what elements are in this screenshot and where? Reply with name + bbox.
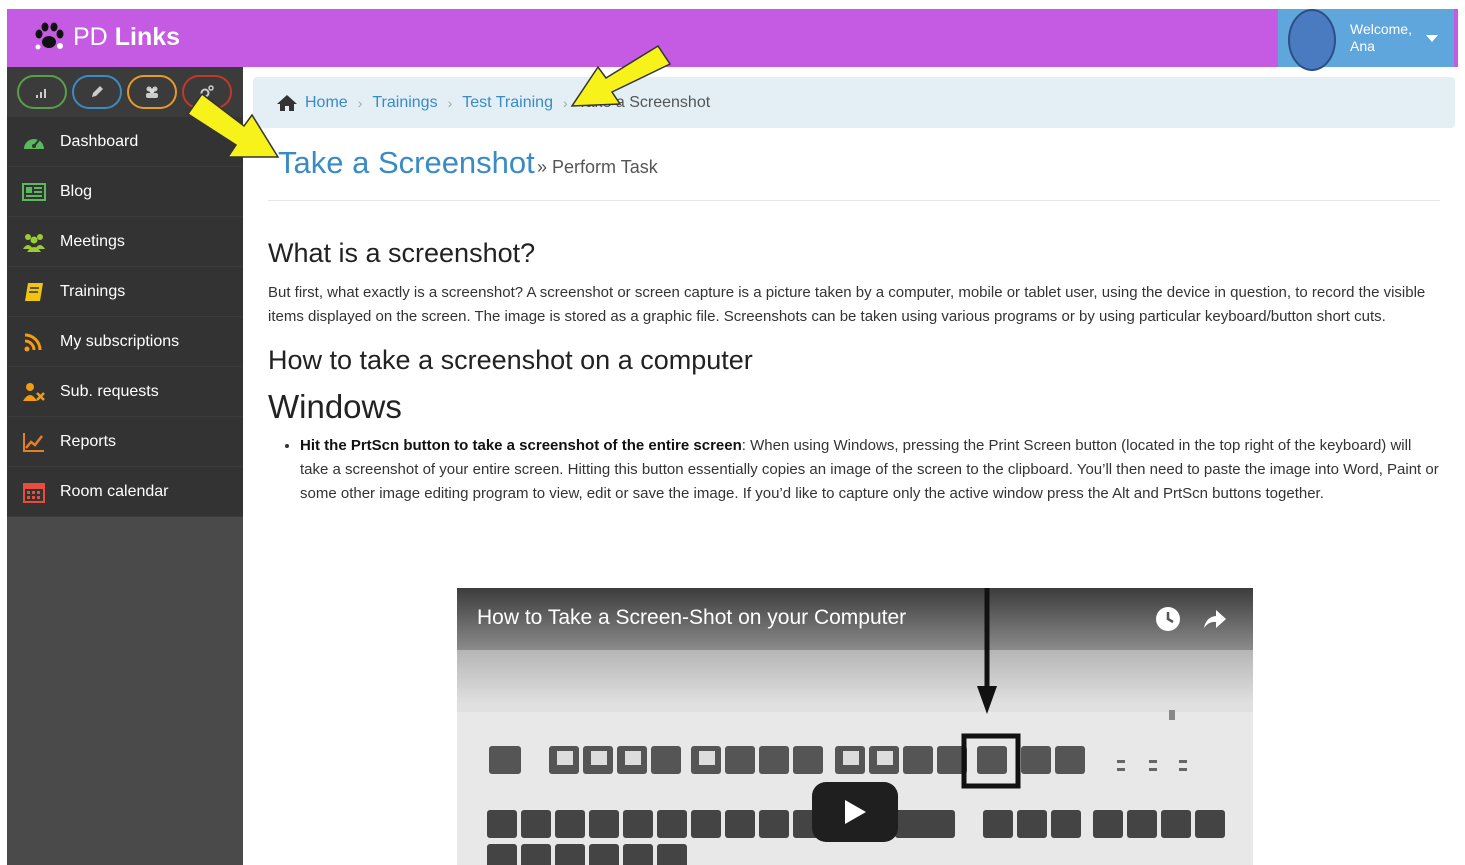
chevron-down-icon[interactable] (1425, 34, 1438, 42)
welcome-text: Welcome, Ana (1350, 21, 1412, 55)
divider (268, 200, 1440, 201)
user-menu[interactable]: Welcome, Ana (1278, 9, 1454, 71)
paw-icon (35, 22, 64, 50)
sidebar-item-label: Room calendar (60, 482, 169, 500)
sidebar-item-room-calendar[interactable]: Room calendar (7, 467, 243, 517)
calendar-icon (21, 481, 47, 503)
quick-users-button[interactable] (127, 75, 177, 109)
group-icon (21, 231, 47, 253)
breadcrumb-separator: › (357, 94, 363, 111)
pencil-icon (92, 86, 103, 97)
breadcrumb-current: Take a Screenshot (577, 93, 711, 111)
breadcrumb-test-training[interactable]: Test Training (462, 94, 553, 112)
quick-edit-button[interactable] (72, 75, 122, 109)
sidebar-item-label: Blog (60, 182, 93, 200)
section-heading-how: How to take a screenshot on a computer (268, 345, 753, 375)
brand-logo[interactable]: PD Links (33, 21, 180, 53)
quick-actions (7, 67, 243, 117)
sidebar-item-blog[interactable]: Blog (7, 167, 243, 217)
users-icon (146, 86, 158, 98)
top-bar: PD Links Welcome, Ana (7, 9, 1458, 71)
sidebar: Dashboard Blog Meetings Trainings My sub… (7, 67, 243, 865)
welcome-label: Welcome, (1350, 21, 1412, 37)
sidebar-item-reports[interactable]: Reports (7, 417, 243, 467)
newspaper-icon (21, 181, 47, 203)
avatar[interactable] (1288, 9, 1336, 71)
sidebar-item-label: My subscriptions (60, 332, 180, 350)
steps-list: Hit the PrtScn button to take a screensh… (300, 434, 1443, 506)
intro-paragraph: But first, what exactly is a screenshot?… (268, 284, 1426, 325)
sidebar-item-label: Meetings (60, 232, 125, 250)
sidebar-item-subscriptions[interactable]: My subscriptions (7, 317, 243, 367)
brand-links: Links (114, 22, 181, 51)
sidebar-item-label: Sub. requests (60, 382, 159, 400)
sidebar-item-label: Dashboard (60, 132, 139, 150)
video-title[interactable]: How to Take a Screen-Shot on your Comput… (477, 606, 906, 630)
rss-icon (21, 331, 47, 353)
arrow-down-graphic (977, 588, 997, 714)
breadcrumb-home[interactable]: Home (305, 94, 348, 112)
user-name: Ana (1350, 38, 1375, 54)
signal-icon (36, 89, 46, 98)
section-heading-windows: Windows (268, 388, 402, 425)
video-player[interactable]: How to Take a Screen-Shot on your Comput… (457, 588, 1253, 865)
breadcrumb-separator: › (447, 94, 453, 111)
user-remove-icon (21, 381, 47, 403)
chart-line-icon (21, 431, 47, 453)
sidebar-item-sub-requests[interactable]: Sub. requests (7, 367, 243, 417)
sidebar-item-label: Trainings (60, 282, 126, 300)
sidebar-item-trainings[interactable]: Trainings (7, 267, 243, 317)
video-title-bar: How to Take a Screen-Shot on your Comput… (457, 588, 1253, 650)
quick-stats-button[interactable] (17, 75, 67, 109)
video-actions (1155, 606, 1227, 632)
list-item: Hit the PrtScn button to take a screensh… (300, 434, 1443, 506)
settings-icon (200, 85, 214, 98)
sidebar-item-dashboard[interactable]: Dashboard (7, 117, 243, 167)
page-subtitle: » Perform Task (537, 157, 658, 177)
breadcrumb-trainings[interactable]: Trainings (372, 94, 437, 112)
section-heading-what: What is a screenshot? (268, 238, 536, 268)
sidebar-item-meetings[interactable]: Meetings (7, 217, 243, 267)
play-icon (845, 800, 866, 824)
dashboard-icon (21, 131, 47, 153)
brand-pd: PD (73, 22, 108, 51)
breadcrumb: Home › Trainings › Test Training › Take … (253, 77, 1455, 128)
share-icon[interactable] (1201, 606, 1227, 632)
article-content: What is a screenshot? But first, what ex… (268, 238, 1443, 506)
page-title: Take a Screenshot (278, 145, 535, 180)
sidebar-item-label: Reports (60, 432, 117, 450)
clock-icon[interactable] (1155, 606, 1181, 632)
quick-settings-button[interactable] (182, 75, 232, 109)
breadcrumb-separator: › (562, 94, 568, 111)
play-button[interactable] (812, 782, 898, 842)
book-icon (21, 281, 47, 303)
home-icon (277, 94, 297, 111)
step-bold: Hit the PrtScn button to take a screensh… (300, 437, 742, 454)
